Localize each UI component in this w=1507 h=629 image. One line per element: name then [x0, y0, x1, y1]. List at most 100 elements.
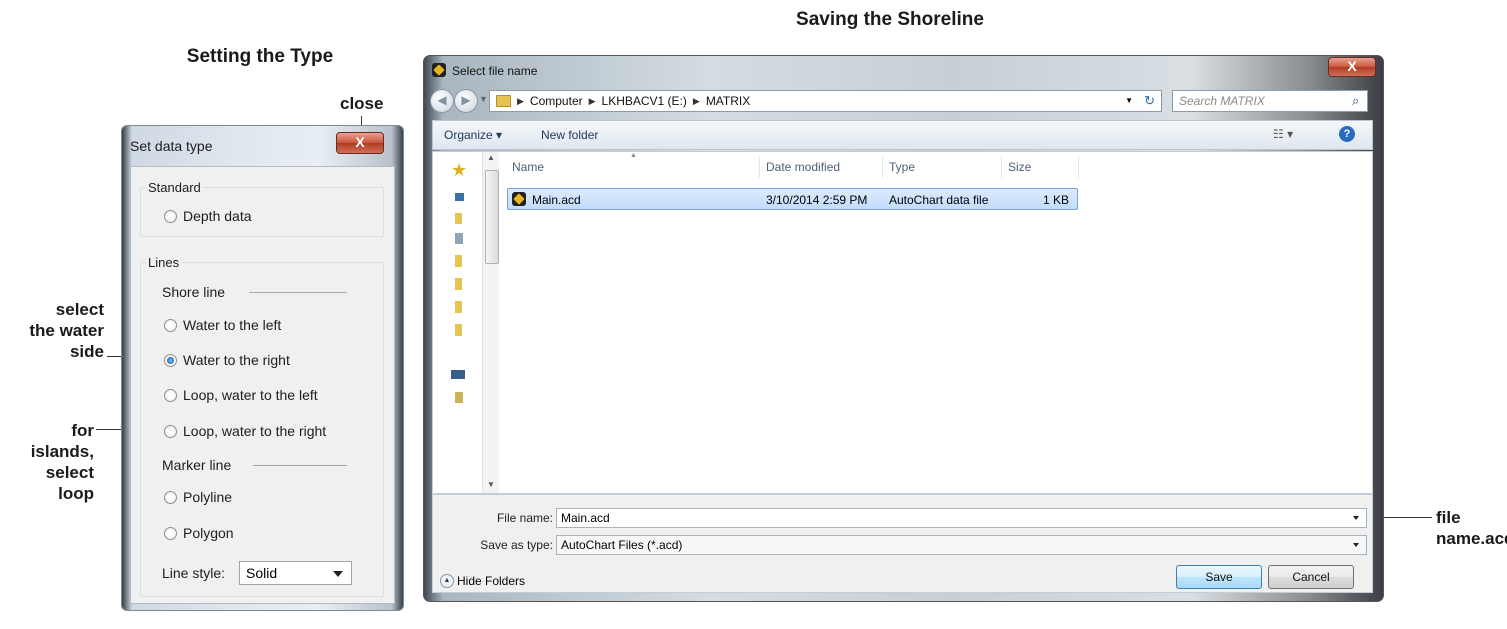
line-style-select[interactable]: Solid	[239, 561, 352, 585]
radio-polygon[interactable]: Polygon	[164, 525, 234, 541]
view-options-icon[interactable]: ☷ ▾	[1273, 127, 1293, 141]
forward-button[interactable]: ▶	[454, 89, 478, 113]
folder-icon[interactable]	[455, 255, 462, 267]
scroll-thumb[interactable]	[485, 170, 499, 264]
column-header-size[interactable]: Size	[1008, 160, 1031, 174]
radio-label: Loop, water to the right	[183, 423, 327, 439]
breadcrumb-computer[interactable]: Computer	[530, 94, 583, 108]
folder-icon[interactable]	[455, 213, 462, 224]
column-header-name[interactable]: Name	[512, 160, 544, 174]
radio-icon	[164, 526, 177, 540]
dialog-client: Standard Depth data Lines Shore line Wat…	[130, 166, 395, 604]
search-input[interactable]: Search MATRIX	[1172, 90, 1368, 112]
back-button[interactable]: ◀	[430, 89, 454, 113]
drive-icon[interactable]	[455, 392, 463, 403]
line-style-label: Line style:	[162, 565, 226, 581]
command-bar: Organize ▾ New folder ☷ ▾ ?	[432, 120, 1373, 150]
radio-label: Loop, water to the left	[183, 387, 318, 403]
save-options-panel: File name: Main.acd Save as type: AutoCh…	[432, 494, 1373, 593]
column-divider	[1001, 156, 1002, 178]
close-button[interactable]: X	[1328, 57, 1376, 77]
shore-line-divider	[249, 292, 347, 293]
folder-icon[interactable]	[455, 324, 462, 336]
column-divider	[759, 156, 760, 178]
search-icon[interactable]: ⌕	[1352, 93, 1359, 109]
breadcrumb-drive[interactable]: LKHBACV1 (E:)	[602, 94, 687, 108]
save-button[interactable]: Save	[1176, 565, 1262, 589]
folder-icon[interactable]	[455, 301, 462, 313]
chevron-down-icon	[333, 571, 343, 577]
lines-group-title: Lines	[146, 255, 182, 270]
scroll-up-icon[interactable]: ▲	[487, 153, 495, 162]
callout-file-name-line1: file	[1436, 508, 1461, 527]
folder-icon[interactable]	[455, 278, 462, 290]
sort-up-icon: ▲	[630, 152, 637, 159]
heading-saving-shoreline: Saving the Shoreline	[796, 9, 984, 30]
callout-file-name: file name.acd	[1436, 507, 1507, 549]
radio-label: Polygon	[183, 525, 234, 541]
recent-pages-chevron-icon[interactable]: ▼	[479, 94, 488, 104]
callout-close: close	[340, 94, 384, 113]
hide-folders-button[interactable]: Hide Folders	[457, 574, 525, 588]
chevron-down-icon[interactable]	[1353, 516, 1359, 520]
column-header-date[interactable]: Date modified	[766, 160, 840, 174]
breadcrumb-separator-icon: ▶	[588, 95, 596, 106]
set-data-type-dialog: Set data type X Standard Depth data Line…	[121, 125, 404, 611]
radio-icon	[164, 490, 177, 504]
organize-menu[interactable]: Organize ▾	[444, 128, 502, 142]
breadcrumb-separator-icon: ▶	[692, 95, 700, 106]
radio-icon	[164, 388, 177, 402]
radio-water-left[interactable]: Water to the left	[164, 317, 281, 333]
radio-selected-icon	[164, 353, 177, 367]
file-row-main-acd[interactable]: Main.acd 3/10/2014 2:59 PM AutoChart dat…	[507, 188, 1078, 210]
autochart-app-icon	[432, 63, 446, 77]
address-bar[interactable]: ▶ Computer ▶ LKHBACV1 (E:) ▶ MATRIX ▼ ↻	[489, 90, 1162, 112]
file-browser: ★ ▲ ▼ Name ▲ Date modified Type Size Mai…	[432, 151, 1373, 494]
breadcrumb-matrix[interactable]: MATRIX	[706, 94, 750, 108]
radio-label: Water to the left	[183, 317, 282, 333]
file-date-cell: 3/10/2014 2:59 PM	[766, 193, 868, 207]
address-dropdown-icon[interactable]: ▼	[1125, 96, 1133, 105]
cancel-button[interactable]: Cancel	[1268, 565, 1354, 589]
file-name-input[interactable]: Main.acd	[556, 508, 1367, 528]
save-type-select[interactable]: AutoChart Files (*.acd)	[556, 535, 1367, 555]
radio-icon	[164, 209, 177, 223]
radio-label: Polyline	[183, 489, 233, 505]
callout-islands: for islands, select loop	[0, 420, 94, 504]
radio-polyline[interactable]: Polyline	[164, 489, 232, 505]
close-button[interactable]: X	[336, 132, 384, 154]
hide-folders-toggle-icon[interactable]: ▲	[440, 574, 454, 588]
computer-icon[interactable]	[451, 370, 465, 379]
callout-islands-line4: loop	[58, 484, 94, 503]
callout-islands-line2: islands,	[30, 442, 94, 461]
column-header-type[interactable]: Type	[889, 160, 915, 174]
save-type-label: Save as type:	[480, 538, 553, 552]
callout-file-name-line2: name.acd	[1436, 529, 1507, 548]
marker-line-divider	[253, 465, 347, 466]
radio-loop-water-right[interactable]: Loop, water to the right	[164, 423, 326, 439]
file-name-value: Main.acd	[561, 511, 610, 525]
radio-loop-water-left[interactable]: Loop, water to the left	[164, 387, 318, 403]
callout-water-side-line1: select	[55, 300, 104, 319]
marker-line-label: Marker line	[162, 457, 232, 473]
radio-label: Depth data	[183, 208, 252, 224]
file-type-cell: AutoChart data file	[889, 193, 989, 207]
desktop-icon[interactable]	[455, 193, 464, 201]
select-file-dialog: Select file name X ◀ ▶ ▼ ▶ Computer ▶ LK…	[423, 55, 1384, 602]
favorites-star-icon[interactable]: ★	[451, 160, 467, 181]
refresh-icon[interactable]: ↻	[1144, 93, 1155, 109]
new-folder-button[interactable]: New folder	[541, 128, 598, 142]
help-icon[interactable]: ?	[1339, 126, 1355, 142]
radio-water-right[interactable]: Water to the right	[164, 352, 290, 368]
chevron-down-icon[interactable]	[1353, 543, 1359, 547]
nav-scrollbar[interactable]: ▲ ▼	[482, 152, 499, 493]
network-icon[interactable]	[455, 233, 463, 244]
file-size-cell: 1 KB	[1043, 193, 1070, 207]
radio-depth-data[interactable]: Depth data	[164, 208, 252, 224]
callout-islands-line1: for	[71, 421, 94, 440]
column-divider	[882, 156, 883, 178]
folder-icon	[496, 95, 511, 107]
radio-icon	[164, 424, 177, 438]
callout-islands-line3: select	[45, 463, 94, 482]
scroll-down-icon[interactable]: ▼	[487, 480, 495, 489]
